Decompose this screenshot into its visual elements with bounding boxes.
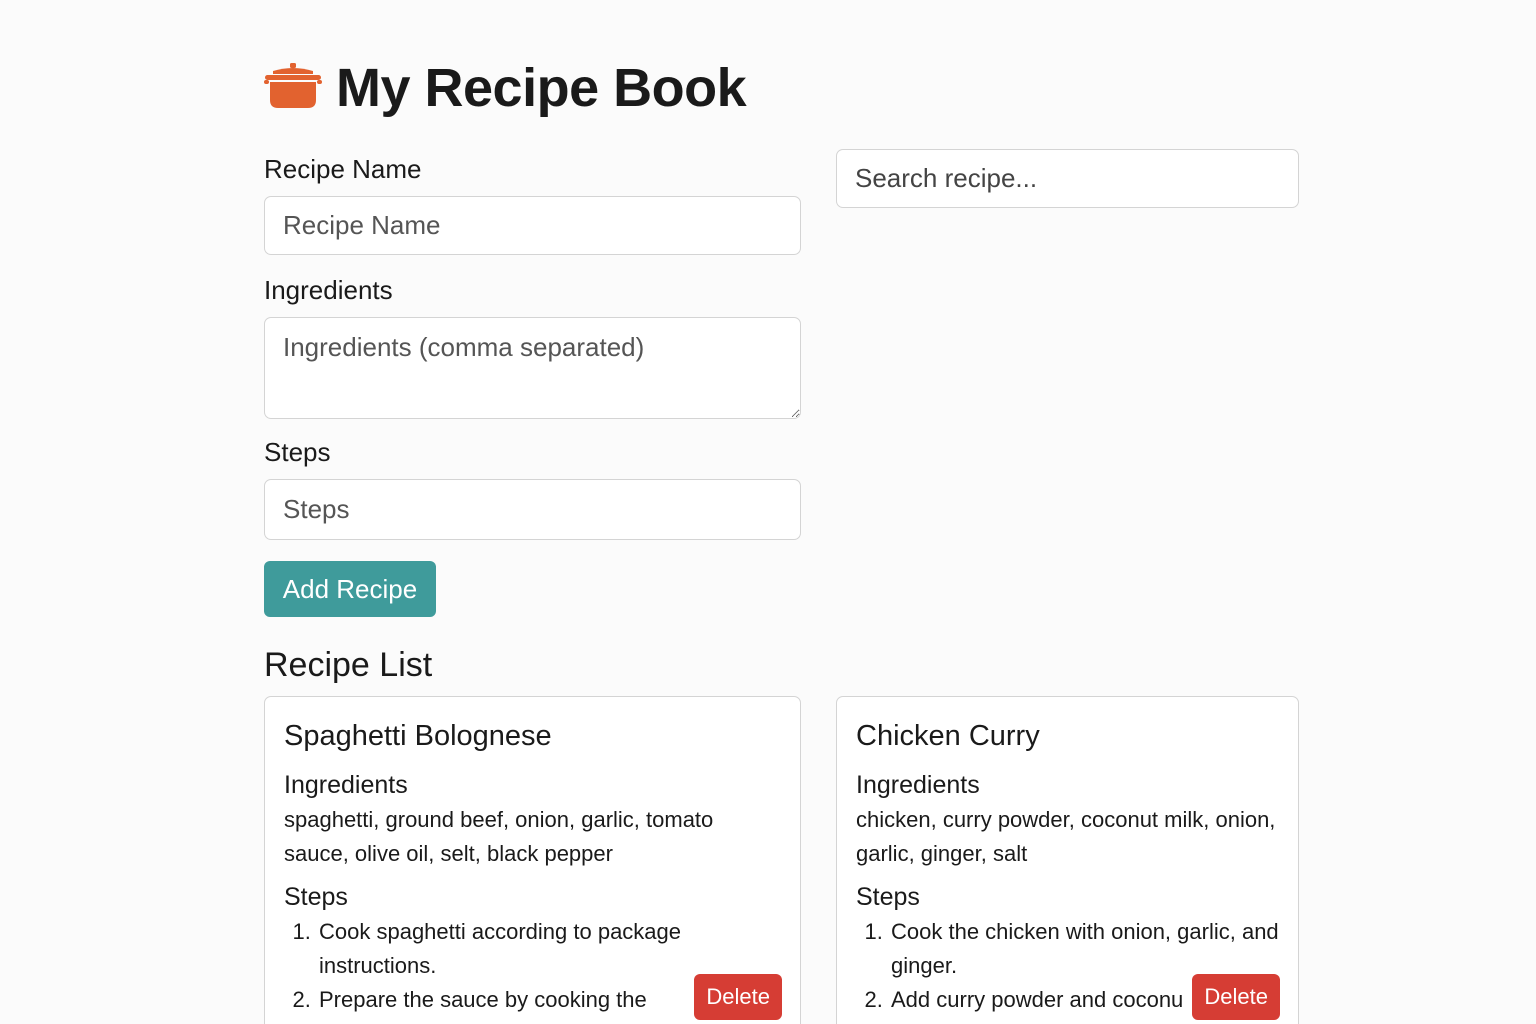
steps-input[interactable]	[264, 479, 801, 540]
ingredients-text: spaghetti, ground beef, onion, garlic, t…	[284, 807, 714, 866]
ingredients-heading: Ingredients	[284, 771, 408, 799]
delete-button[interactable]: Delete	[694, 974, 782, 1020]
delete-button[interactable]: Delete	[1192, 974, 1280, 1020]
recipe-card: Chicken Curry Ingredients chicken, curry…	[836, 696, 1299, 1024]
recipe-list-title: Recipe List	[264, 646, 433, 684]
steps-heading: Steps	[856, 883, 920, 911]
ingredients-heading: Ingredients	[856, 771, 980, 799]
add-recipe-button[interactable]: Add Recipe	[264, 561, 436, 617]
recipe-name-input[interactable]	[264, 196, 801, 255]
ingredients-textarea[interactable]	[264, 317, 801, 419]
step-item: Cook spaghetti according to package inst…	[317, 915, 781, 983]
recipe-title: Spaghetti Bolognese	[284, 720, 552, 752]
steps-heading: Steps	[284, 883, 348, 911]
recipe-book-page: My Recipe Book Recipe Name Ingredients S…	[0, 0, 1536, 1024]
steps-label: Steps	[264, 437, 331, 467]
recipe-name-label: Recipe Name	[264, 154, 422, 184]
ingredients-text: chicken, curry powder, coconut milk, oni…	[856, 807, 1276, 866]
step-item: Cook the chicken with onion, garlic, and…	[889, 915, 1279, 983]
page-header: My Recipe Book	[264, 56, 747, 120]
search-input[interactable]	[836, 149, 1299, 208]
page-title: My Recipe Book	[336, 58, 747, 118]
cooking-pot-icon	[264, 63, 322, 108]
ingredients-label: Ingredients	[264, 275, 393, 305]
recipe-card: Spaghetti Bolognese Ingredients spaghett…	[264, 696, 801, 1024]
recipe-title: Chicken Curry	[856, 720, 1040, 752]
